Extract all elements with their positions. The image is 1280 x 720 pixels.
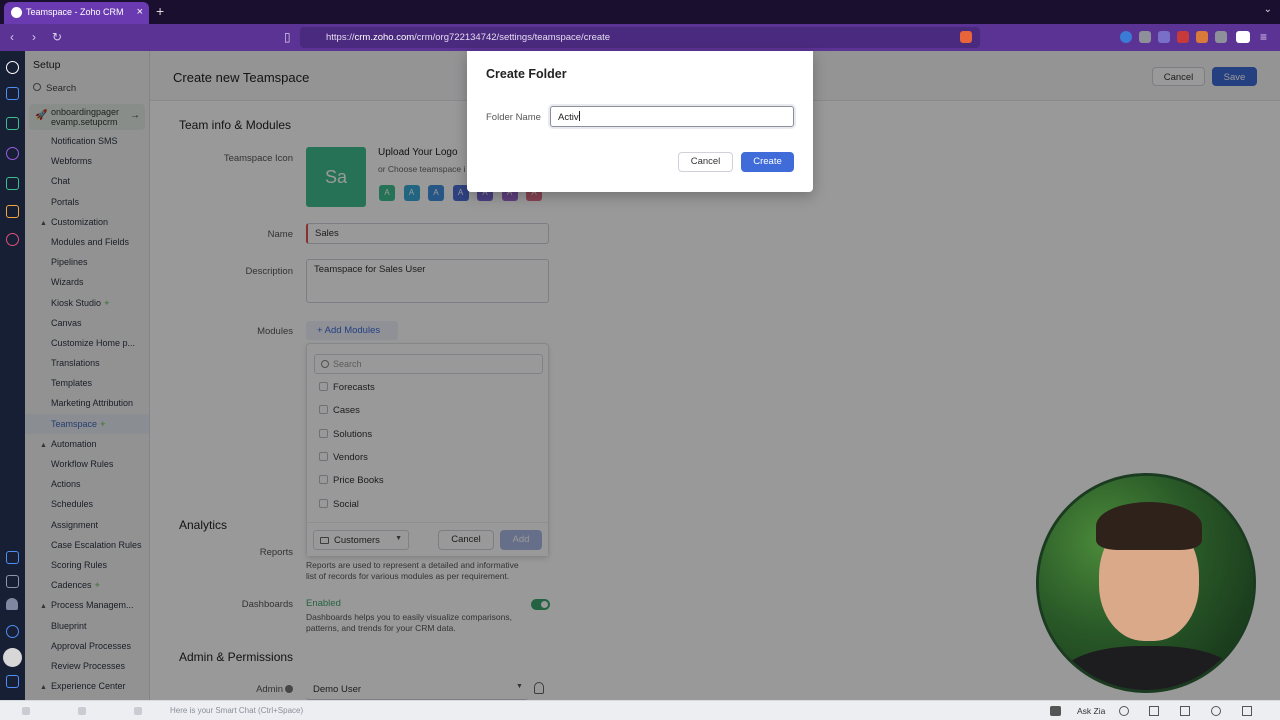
extension-icon[interactable]: [1139, 31, 1151, 43]
calendar-icon[interactable]: [1149, 706, 1159, 716]
home-icon[interactable]: [6, 87, 19, 100]
bookmark-icon[interactable]: ▯: [284, 30, 291, 44]
forward-icon[interactable]: ›: [32, 30, 36, 44]
create-folder-modal: Create Folder Folder Name Activ Cancel C…: [467, 51, 813, 192]
ask-zia-button[interactable]: Ask Zia: [1077, 706, 1105, 716]
modal-title: Create Folder: [486, 67, 567, 81]
browser-tab-bar: Teamspace - Zoho CRM × + ⌄: [0, 0, 1280, 24]
brave-shield-icon[interactable]: [960, 31, 972, 43]
extension-icon[interactable]: [1158, 31, 1170, 43]
extensions-puzzle-icon[interactable]: [1215, 31, 1227, 43]
zia-icon[interactable]: [1119, 706, 1129, 716]
profile-icon[interactable]: [1236, 31, 1250, 43]
chats-icon[interactable]: [22, 707, 30, 715]
url-host: crm.zoho.com: [354, 32, 415, 43]
url-path: /crm/org722134742/settings/teamspace/cre…: [414, 32, 611, 43]
zoho-crm-logo-icon[interactable]: [6, 61, 19, 74]
notification-bell-icon[interactable]: [6, 598, 18, 610]
menu-icon[interactable]: ≡: [1260, 30, 1267, 44]
text-cursor: [578, 111, 580, 121]
app-icon-rail: [0, 51, 25, 720]
extension-icon[interactable]: [1120, 31, 1132, 43]
tab-title: Teamspace - Zoho CRM: [26, 7, 124, 17]
new-tab-icon[interactable]: +: [156, 3, 164, 19]
bottom-bar: Here is your Smart Chat (Ctrl+Space) Ask…: [0, 700, 1280, 720]
close-tab-icon[interactable]: ×: [137, 6, 143, 18]
back-icon[interactable]: ‹: [10, 30, 14, 44]
notes-icon[interactable]: [1180, 706, 1190, 716]
user-avatar[interactable]: [3, 648, 22, 667]
extension-icon[interactable]: [1196, 31, 1208, 43]
browser-tab[interactable]: Teamspace - Zoho CRM ×: [4, 2, 149, 24]
zoho-favicon-icon: [11, 7, 22, 18]
folder-name-input[interactable]: Activ: [550, 106, 794, 127]
analytics-icon[interactable]: [6, 117, 19, 130]
announcement-icon[interactable]: [1050, 706, 1061, 716]
folder-name-value: Activ: [558, 112, 579, 123]
modal-cancel-button[interactable]: Cancel: [678, 152, 733, 172]
reload-icon[interactable]: ↻: [52, 30, 62, 44]
notes-icon[interactable]: [6, 551, 19, 564]
alarm-clock-icon[interactable]: [1211, 706, 1221, 716]
channels-icon[interactable]: [78, 707, 86, 715]
presenter-hair: [1096, 502, 1202, 550]
search-icon[interactable]: [6, 233, 19, 246]
calendar-icon[interactable]: [6, 575, 19, 588]
extension-icon[interactable]: [1177, 31, 1189, 43]
address-bar: ‹ › ↻ ▯ https://crm.zoho.com/crm/org7221…: [0, 24, 1280, 51]
apps-grid-icon[interactable]: [6, 675, 19, 688]
url-field[interactable]: https://crm.zoho.com/crm/org722134742/se…: [300, 27, 980, 48]
activities-icon[interactable]: [6, 147, 19, 160]
modal-create-button[interactable]: Create: [741, 152, 794, 172]
edit-icon[interactable]: [1242, 706, 1252, 716]
presenter-shirt: [1059, 646, 1239, 690]
store-icon[interactable]: [6, 205, 19, 218]
webcam-presenter-video: [1036, 473, 1256, 693]
url-prefix: https://: [326, 32, 355, 43]
chevron-down-icon[interactable]: ⌄: [1264, 4, 1272, 15]
settings-gear-icon[interactable]: [6, 625, 19, 638]
contacts-icon[interactable]: [134, 707, 142, 715]
marketplace-icon[interactable]: [6, 177, 19, 190]
folder-name-label: Folder Name: [486, 112, 541, 123]
smart-chat-hint[interactable]: Here is your Smart Chat (Ctrl+Space): [170, 706, 303, 715]
